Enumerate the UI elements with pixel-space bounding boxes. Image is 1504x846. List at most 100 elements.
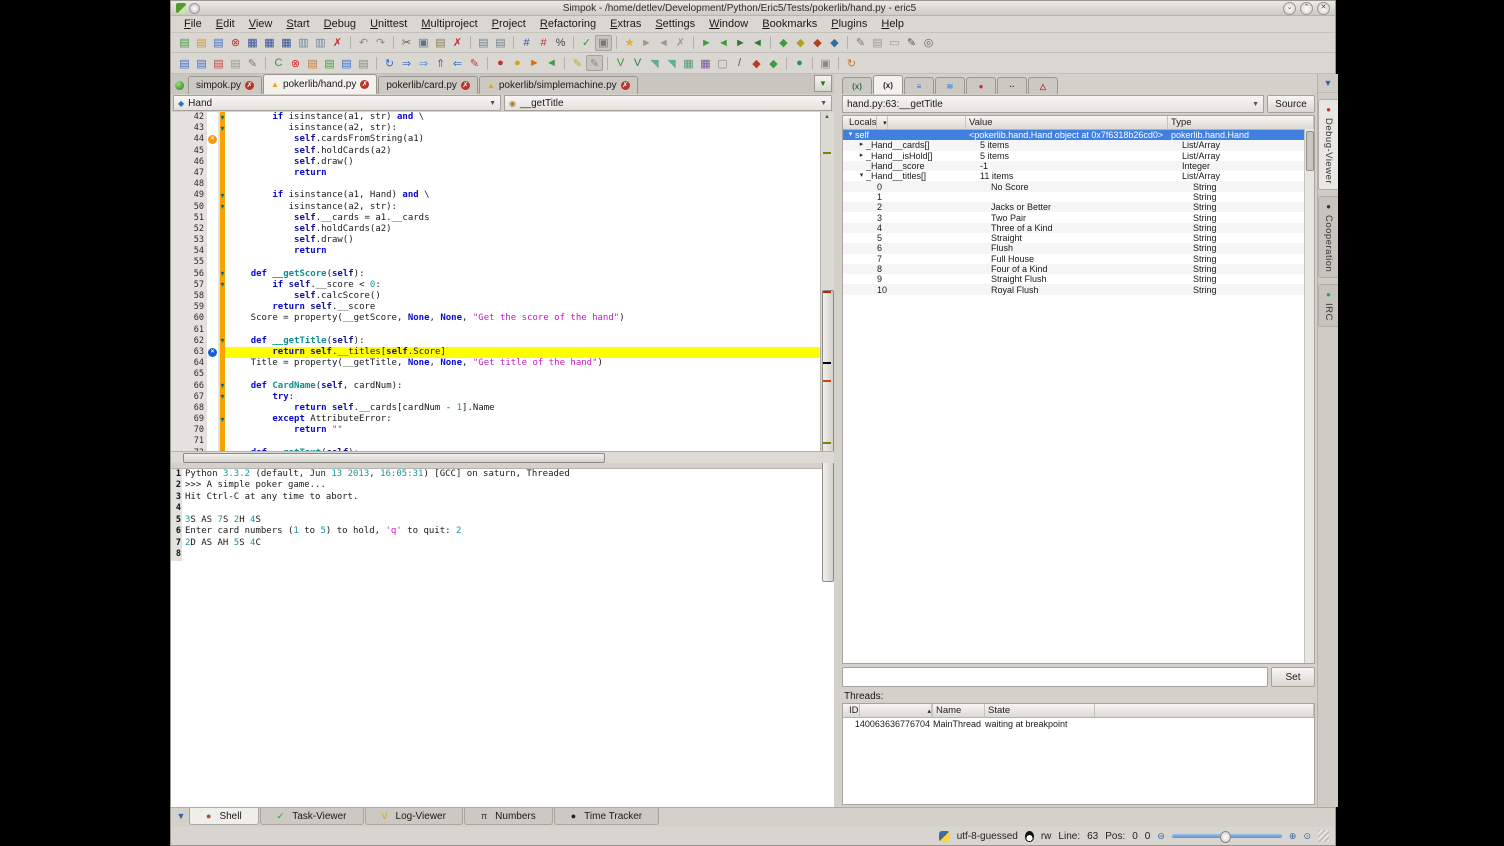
- script-debug-icon[interactable]: ▤: [338, 55, 355, 71]
- editor-line-58[interactable]: 58 self.calcScore(): [171, 291, 820, 302]
- locals-row[interactable]: 0No ScoreString: [843, 181, 1314, 191]
- close-tab-icon[interactable]: ✗: [461, 81, 470, 90]
- plugin-install-icon[interactable]: ◆: [775, 35, 792, 51]
- locals-header-name[interactable]: Locals ▾: [843, 116, 966, 129]
- filter-icon[interactable]: ▼: [173, 808, 189, 824]
- plugin-uninstall-icon[interactable]: ◆: [792, 35, 809, 51]
- debug-tab-watchpoints[interactable]: ··: [997, 77, 1027, 94]
- editor-line-42[interactable]: 42▾ if isinstance(a1, str) and \: [171, 112, 820, 123]
- vcs-status-icon[interactable]: ▦: [697, 55, 714, 71]
- debug-tab-exceptions[interactable]: △: [1028, 77, 1058, 94]
- close-tab-icon[interactable]: ✗: [621, 81, 630, 90]
- task-delete-icon[interactable]: ▤: [210, 55, 227, 71]
- stop-script-icon[interactable]: ⊗: [287, 55, 304, 71]
- locals-header-type[interactable]: Type: [1168, 116, 1314, 129]
- bottom-tab-shell[interactable]: ●Shell: [189, 808, 259, 825]
- goto-brace-icon[interactable]: ▤: [492, 35, 509, 51]
- task-edit-icon[interactable]: ✎: [244, 55, 261, 71]
- editor-line-68[interactable]: 68 return self.__cards[cardNum - 1].Name: [171, 403, 820, 414]
- menu-start[interactable]: Start: [279, 18, 316, 30]
- line-number[interactable]: 56: [171, 269, 207, 280]
- menu-edit[interactable]: Edit: [209, 18, 242, 30]
- editor-line-67[interactable]: 67▾ try:: [171, 392, 820, 403]
- fold-indicator[interactable]: ▾: [220, 192, 224, 200]
- editor-line-65[interactable]: 65: [171, 369, 820, 380]
- scroll-up-icon[interactable]: ▲: [821, 112, 833, 123]
- debug-tab-global-variables[interactable]: (x): [842, 77, 872, 94]
- task-gray-icon[interactable]: ▤: [227, 55, 244, 71]
- save-all-icon[interactable]: ▦: [278, 35, 295, 51]
- stack-frame-combo[interactable]: hand.py:63:__getTitle ▼: [842, 95, 1264, 113]
- title-bar[interactable]: Simpok - /home/detlev/Development/Python…: [171, 1, 1335, 16]
- script-run-icon[interactable]: ▤: [321, 55, 338, 71]
- locals-row[interactable]: 3Two PairString: [843, 212, 1314, 222]
- step-into-icon[interactable]: ⇒: [398, 55, 415, 71]
- editor-line-54[interactable]: 54 return: [171, 246, 820, 257]
- fold-indicator[interactable]: ▾: [220, 125, 224, 133]
- editor-line-53[interactable]: 53 self.draw(): [171, 235, 820, 246]
- bookmark-toggle-icon[interactable]: ★: [621, 35, 638, 51]
- scrollbar-thumb[interactable]: [822, 290, 834, 582]
- menu-debug[interactable]: Debug: [317, 18, 363, 30]
- menu-bookmarks[interactable]: Bookmarks: [755, 18, 824, 30]
- menu-file[interactable]: File: [177, 18, 209, 30]
- open-recent-icon[interactable]: ▤: [210, 35, 227, 51]
- line-number[interactable]: 57: [171, 280, 207, 291]
- line-number[interactable]: 53: [171, 235, 207, 246]
- redo-icon[interactable]: ↷: [372, 35, 389, 51]
- method-combo[interactable]: ◉ __getTitle ▼: [504, 95, 832, 111]
- editor-line-49[interactable]: 49▾ if isinstance(a1, Hand) and \: [171, 190, 820, 201]
- edit-pencil-icon[interactable]: ✎: [852, 35, 869, 51]
- sidebar-tab-cooperation[interactable]: ●Cooperation: [1318, 196, 1338, 278]
- locals-row[interactable]: 9Straight FlushString: [843, 274, 1314, 284]
- shell-line-6[interactable]: 6Enter card numbers (1 to 5) to hold, 'q…: [171, 526, 834, 538]
- uncomment-icon[interactable]: #: [535, 35, 552, 51]
- shell-line-3[interactable]: 3Hit Ctrl-C at any time to abort.: [171, 492, 834, 504]
- line-number[interactable]: 61: [171, 325, 207, 336]
- threads-header[interactable]: ID ▴ Name State: [843, 704, 1314, 718]
- locals-row[interactable]: 1String: [843, 192, 1314, 202]
- step-out-icon[interactable]: ⇑: [432, 55, 449, 71]
- editor-line-62[interactable]: 62▾ def __getTitle(self):: [171, 336, 820, 347]
- shell-line-7[interactable]: 72D AS AH 5S 4C: [171, 538, 834, 550]
- editor-line-56[interactable]: 56▾ def __getScore(self):: [171, 269, 820, 280]
- menu-unittest[interactable]: Unittest: [363, 18, 414, 30]
- editor-line-51[interactable]: 51 self.__cards = a1.__cards: [171, 213, 820, 224]
- debug-tab-breakpoints[interactable]: ●: [966, 77, 996, 94]
- line-number[interactable]: 65: [171, 369, 207, 380]
- menu-multiproject[interactable]: Multiproject: [414, 18, 484, 30]
- set-button[interactable]: Set: [1271, 667, 1315, 687]
- editor-line-43[interactable]: 43▾ isinstance(a2, str):: [171, 123, 820, 134]
- close-file-icon[interactable]: ⊗: [227, 35, 244, 51]
- line-number[interactable]: 45: [171, 146, 207, 157]
- editor-line-44[interactable]: 44× self.cardsFromString(a1): [171, 134, 820, 145]
- locals-row[interactable]: ▾self<pokerlib.hand.Hand object at 0x7f6…: [843, 130, 1314, 140]
- menu-project[interactable]: Project: [485, 18, 533, 30]
- line-number[interactable]: 66: [171, 381, 207, 392]
- breakpoint-enable-icon[interactable]: ●: [509, 55, 526, 71]
- locals-row[interactable]: 6FlushString: [843, 243, 1314, 253]
- syntax-warning-icon[interactable]: ×: [207, 134, 218, 145]
- debug-tab-call-stack[interactable]: ≡: [904, 77, 934, 94]
- editor-line-70[interactable]: 70 return "": [171, 425, 820, 436]
- locals-header-value[interactable]: Value: [966, 116, 1168, 129]
- editor-line-46[interactable]: 46 self.draw(): [171, 157, 820, 168]
- line-number[interactable]: 68: [171, 403, 207, 414]
- vcs-diff-icon[interactable]: ▦: [680, 55, 697, 71]
- script-open-icon[interactable]: ▤: [304, 55, 321, 71]
- spell-check-icon[interactable]: ✓: [578, 35, 595, 51]
- line-number[interactable]: 69: [171, 414, 207, 425]
- line-number[interactable]: 44: [171, 134, 207, 145]
- vcs-slash-icon[interactable]: /: [731, 55, 748, 71]
- bookmark-prev-icon[interactable]: ◄: [655, 35, 672, 51]
- editor-vertical-scrollbar[interactable]: ▲ ▼: [820, 112, 834, 451]
- line-number[interactable]: 51: [171, 213, 207, 224]
- editor-line-52[interactable]: 52 self.holdCards(a2): [171, 224, 820, 235]
- editor-line-63[interactable]: 63× return self.__titles[self.Score]: [171, 347, 820, 358]
- bookmark-next-icon[interactable]: ►: [638, 35, 655, 51]
- collapsed-icon[interactable]: ▸: [857, 140, 866, 148]
- vcs-commit-icon[interactable]: V: [612, 55, 629, 71]
- menu-help[interactable]: Help: [874, 18, 911, 30]
- editor-line-59[interactable]: 59 return self.__score: [171, 302, 820, 313]
- line-number[interactable]: 55: [171, 257, 207, 268]
